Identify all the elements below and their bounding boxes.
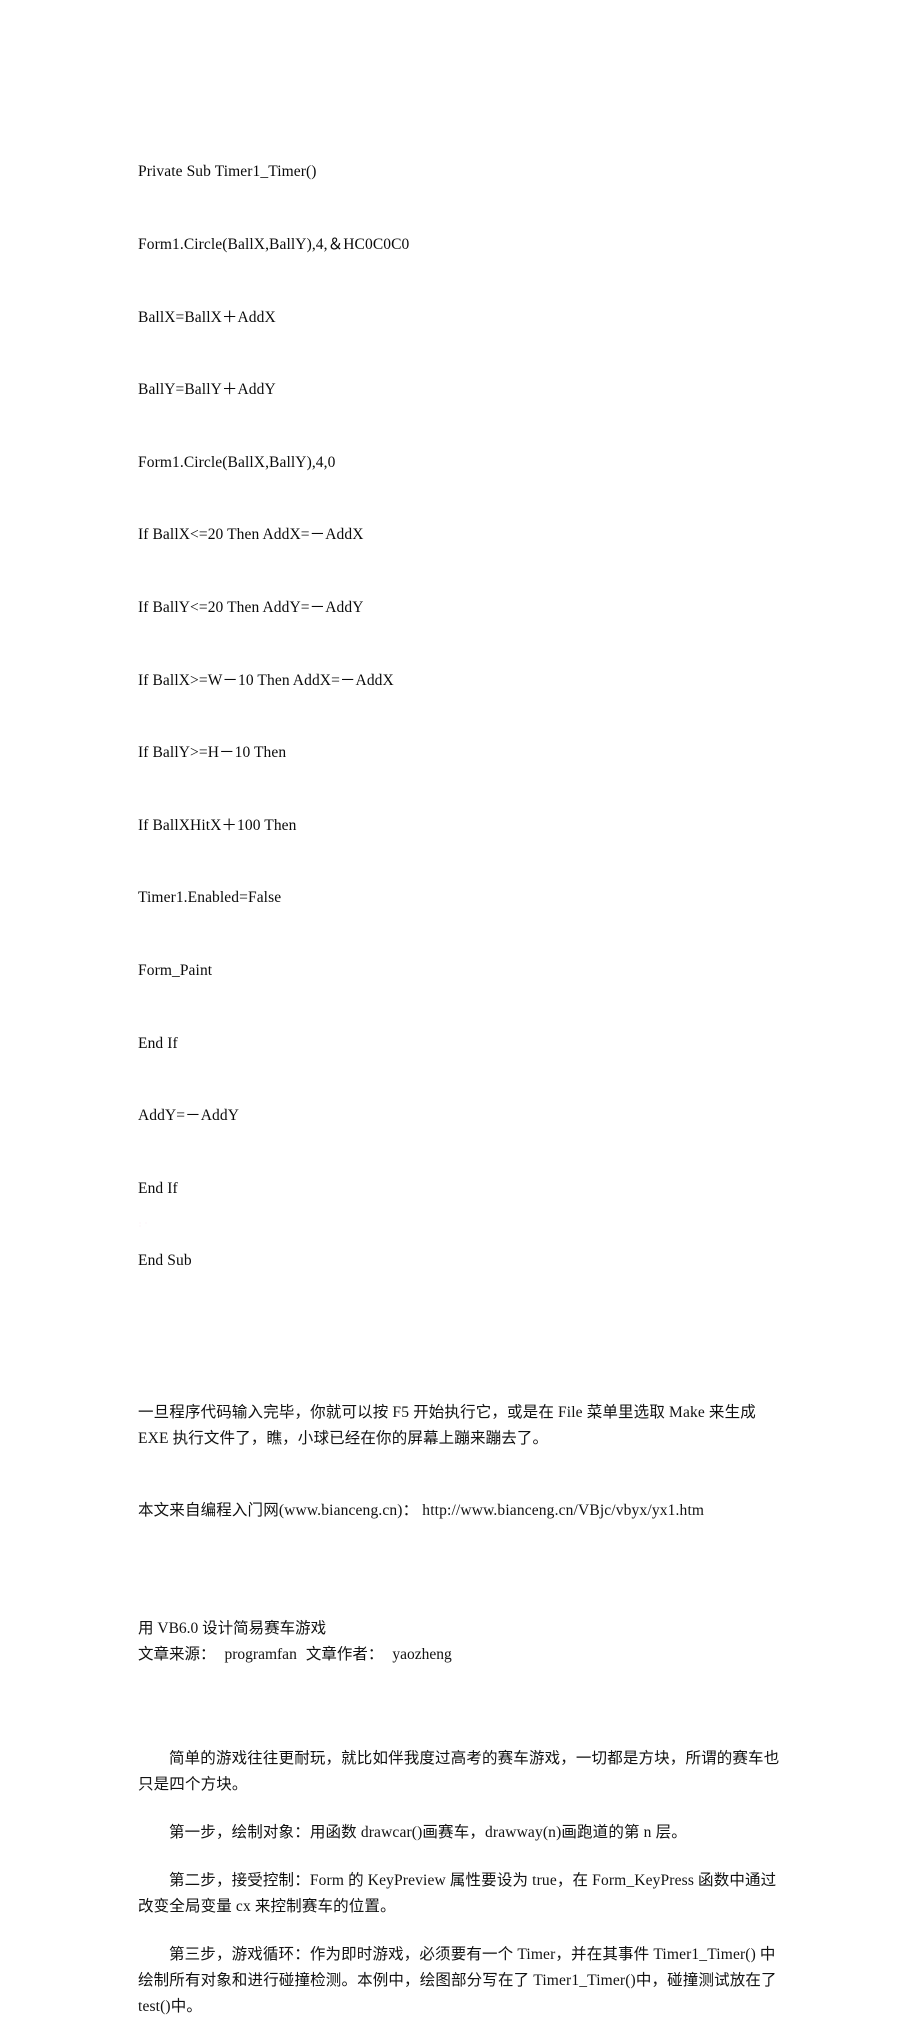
code-line: If BallY>=H－10 Then — [138, 744, 287, 762]
code-line: End Sub — [138, 1252, 192, 1270]
article-step-3: 第三步，游戏循环：作为即时游戏，必须要有一个 Timer，并在其事件 Timer… — [138, 1945, 777, 2015]
byline-source-label: 文章来源： — [138, 1645, 216, 1663]
article-title: 用 VB6.0 设计简易赛车游戏 — [138, 1619, 327, 1637]
code-line: Form1.Circle(BallX,BallY),4,0 — [138, 453, 336, 471]
code-line: Private Sub Timer1_Timer() — [138, 163, 317, 181]
byline-author-value: yaozheng — [392, 1645, 452, 1663]
code-line: Form_Paint — [138, 961, 213, 979]
code-line: AddY=－AddY — [138, 1107, 240, 1125]
byline-author-label: 文章作者： — [305, 1645, 384, 1663]
scan-artifact — [139, 1222, 148, 1227]
code-line: Timer1.Enabled=False — [138, 889, 282, 907]
code-line: End If — [138, 1179, 178, 1197]
vb-code-block: Private Sub Timer1_Timer() Form1.Circle(… — [138, 112, 788, 1322]
article-step-1: 第一步，绘制对象：用函数 drawcar()画赛车，drawway(n)画跑道的… — [169, 1823, 687, 1841]
article-intro-paragraph: 简单的游戏往往更耐玩，就比如伴我度过高考的赛车游戏，一切都是方块，所谓的赛车也只… — [138, 1749, 780, 1793]
document-page: Private Sub Timer1_Timer() Form1.Circle(… — [0, 0, 920, 2015]
code-line: If BallX>=W－10 Then AddX=－AddX — [138, 671, 394, 689]
run-instructions-paragraph: 一旦程序代码输入完毕，你就可以按 F5 开始执行它，或是在 File 菜单里选取… — [138, 1403, 756, 1447]
article-byline: 文章来源： programfan 文章作者： yaozheng — [138, 1642, 788, 1668]
code-line: If BallX<=20 Then AddX=－AddX — [138, 526, 364, 544]
code-line: If BallY<=20 Then AddY=－AddY — [138, 598, 364, 616]
code-line: BallX=BallX＋AddX — [138, 308, 276, 326]
source-attribution-line: 本文来自编程入门网(www.bianceng.cn)： http://www.b… — [138, 1501, 705, 1519]
code-line: If BallXHitX＋100 Then — [138, 816, 297, 834]
code-line: BallY=BallY＋AddY — [138, 381, 276, 399]
byline-source-value: programfan — [224, 1645, 297, 1663]
code-line: Form1.Circle(BallX,BallY),4,＆HC0C0C0 — [138, 236, 410, 253]
document-content: Private Sub Timer1_Timer() Form1.Circle(… — [138, 112, 788, 2020]
code-line: End If — [138, 1034, 178, 1052]
article-step-2: 第二步，接受控制：Form 的 KeyPreview 属性要设为 true，在 … — [138, 1871, 777, 1915]
